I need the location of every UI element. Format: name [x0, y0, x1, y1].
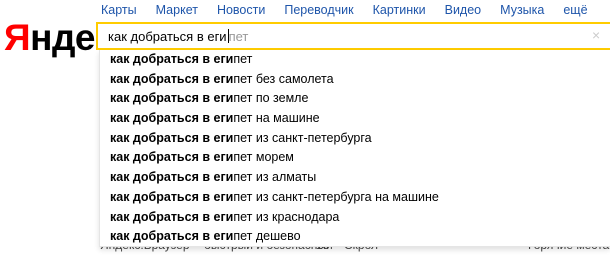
services-nav: Карты Маркет Новости Переводчик Картинки… — [101, 3, 607, 21]
suggest-item[interactable]: как добраться в египет дешево — [100, 227, 610, 247]
service-link-video[interactable]: Видео — [445, 3, 482, 21]
search-completion-hint: пет — [228, 29, 249, 44]
suggest-rest: пет — [233, 52, 253, 66]
search-input-text[interactable]: как добраться в еги пет — [108, 29, 248, 45]
suggest-rest: пет из санкт-петербурга на машине — [233, 189, 439, 204]
suggest-match: как добраться в еги — [110, 150, 234, 165]
suggest-match: как добраться в еги — [110, 130, 234, 145]
suggest-item[interactable]: как добраться в египет по земле — [100, 89, 610, 109]
suggest-rest: пет по земле — [233, 91, 309, 106]
suggest-rest: пет на машине — [233, 111, 320, 126]
service-link-more[interactable]: ещё — [563, 3, 587, 21]
suggest-item[interactable]: как добраться в египет без самолета — [100, 70, 610, 90]
suggest-item[interactable]: как добраться в египет на машине — [100, 109, 610, 129]
suggest-match: как добраться в еги — [110, 209, 234, 224]
suggest-match: как добраться в еги — [110, 91, 234, 106]
search-input[interactable]: как добраться в еги пет × — [96, 22, 610, 50]
service-link-images[interactable]: Картинки — [373, 3, 426, 21]
suggest-rest: пет без самолета — [233, 71, 334, 86]
suggest-item[interactable]: как добраться в египет из алматы — [100, 168, 610, 188]
suggest-item[interactable]: как добраться в египет из краснодара — [100, 208, 610, 228]
suggest-rest: пет морем — [233, 150, 294, 165]
service-link-maps[interactable]: Карты — [101, 3, 137, 21]
suggest-rest: пет из краснодара — [233, 209, 340, 224]
search-typed-text: как добраться в еги — [108, 29, 227, 44]
suggest-match: как добраться в еги — [110, 189, 234, 204]
suggest-rest: пет дешево — [233, 229, 301, 244]
suggest-item[interactable]: как добраться в египет — [100, 50, 610, 70]
suggest-item[interactable]: как добраться в египет из санкт-петербур… — [100, 129, 610, 149]
suggest-match: как добраться в еги — [110, 111, 234, 126]
service-link-translate[interactable]: Переводчик — [284, 3, 353, 21]
service-link-market[interactable]: Маркет — [156, 3, 198, 21]
suggest-match: как добраться в еги — [110, 170, 234, 185]
suggest-match: как добраться в еги — [110, 71, 234, 86]
suggest-item[interactable]: как добраться в египет морем — [100, 148, 610, 168]
logo-first-letter: Я — [4, 17, 31, 58]
service-link-music[interactable]: Музыка — [500, 3, 544, 21]
suggest-item[interactable]: как добраться в египет из санкт-петербур… — [100, 188, 610, 208]
suggest-match: как добраться в еги — [110, 229, 234, 244]
service-link-news[interactable]: Новости — [217, 3, 265, 21]
suggest-dropdown: как добраться в египет как добраться в е… — [99, 50, 610, 247]
suggest-rest: пет из санкт-петербурга — [233, 130, 372, 145]
suggest-rest: пет из алматы — [233, 170, 317, 185]
suggest-match: как добраться в еги — [110, 52, 234, 66]
clear-icon[interactable]: × — [592, 28, 604, 42]
